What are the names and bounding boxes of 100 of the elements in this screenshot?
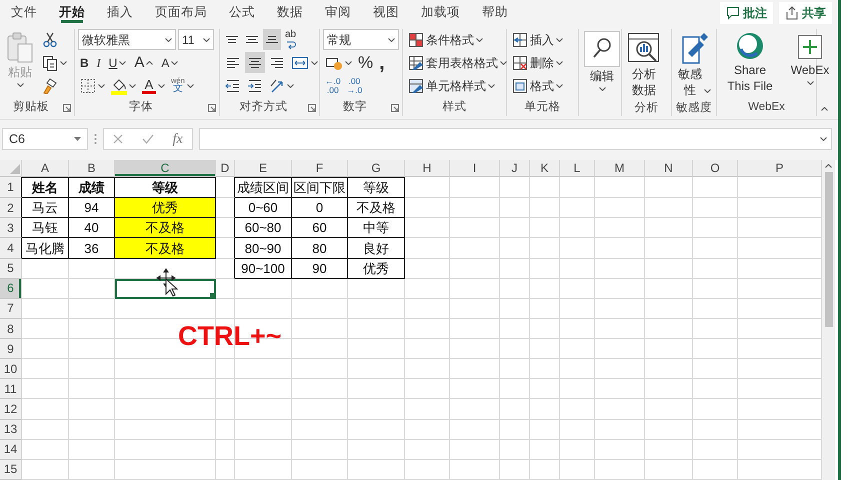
delete-cells-button[interactable]: 删除 [510, 52, 565, 73]
sensitivity-button[interactable]: 敏感性 [675, 29, 713, 100]
row-header[interactable]: 13 [0, 420, 22, 440]
ribbon-tab[interactable]: 视图 [362, 0, 410, 25]
share-button[interactable]: 共享 [779, 2, 832, 24]
table-cell: 区间下限 [292, 177, 348, 198]
table-cell: 姓名 [22, 177, 69, 198]
column-header[interactable]: H [405, 160, 450, 178]
group-label: WebEx [747, 100, 786, 116]
group-label: 敏感度 [675, 100, 713, 116]
wrap-text-button[interactable]: ab [283, 29, 298, 50]
bold-button[interactable]: B [78, 52, 91, 73]
table-cell: 90~100 [235, 258, 292, 279]
column-header[interactable]: L [560, 160, 595, 178]
group-label: 单元格 [524, 100, 562, 116]
group-label: 数字 [342, 99, 368, 116]
analyze-data-button[interactable]: 分析数据 [625, 29, 663, 100]
ribbon-tab[interactable]: 插入 [96, 0, 144, 25]
table-cell: 90 [292, 258, 348, 279]
row-header[interactable]: 4 [0, 238, 22, 259]
format-as-table-button[interactable]: 套用表格格式 [406, 52, 509, 73]
column-header[interactable]: F [292, 160, 348, 178]
row-header[interactable]: 15 [0, 460, 22, 480]
table-cell: 马化腾 [22, 238, 69, 259]
table-cell: 等级 [348, 177, 405, 198]
row-header[interactable]: 10 [0, 359, 22, 380]
table-cell: 不及格 [115, 218, 216, 238]
column-header[interactable]: P [738, 160, 822, 178]
row-header[interactable]: 14 [0, 440, 22, 460]
table-cell: 不及格 [348, 198, 405, 218]
table-cell: 0 [292, 198, 348, 218]
row-header[interactable]: 2 [0, 198, 22, 218]
font-size-dropdown[interactable]: 11 [178, 29, 214, 50]
table-cell: 80 [292, 238, 348, 259]
insert-function-button[interactable]: fx [172, 128, 183, 150]
name-box[interactable]: C6 [2, 128, 88, 150]
italic-button[interactable]: I [94, 52, 103, 73]
row-header[interactable]: 9 [0, 339, 22, 360]
font-color-button[interactable]: A [140, 75, 167, 96]
conditional-formatting-button[interactable]: 条件格式 [406, 29, 485, 50]
column-header[interactable]: G [348, 160, 405, 178]
underline-button[interactable]: U [106, 52, 128, 73]
group-label: 字体 [128, 99, 154, 116]
percent-button[interactable]: % [356, 52, 376, 73]
ribbon-tab[interactable]: 加载项 [410, 0, 471, 25]
format-cells-button[interactable]: 格式 [510, 75, 565, 96]
editing-button[interactable]: 编辑 [582, 29, 622, 93]
table-cell: 马云 [22, 198, 69, 218]
group-label: 样式 [442, 100, 468, 116]
table-cell: 80~90 [235, 238, 292, 259]
table-cell: 马钰 [22, 218, 69, 238]
column-header[interactable]: O [693, 160, 738, 178]
row-header[interactable]: 3 [0, 218, 22, 238]
column-header[interactable]: I [450, 160, 500, 178]
row-header[interactable]: 8 [0, 318, 22, 340]
insert-cells-button[interactable]: 插入 [510, 29, 565, 50]
webex-button[interactable]: WebEx [780, 29, 840, 87]
ribbon-tab[interactable]: 帮助 [471, 0, 519, 25]
column-header[interactable]: B [69, 160, 115, 178]
comma-style-button[interactable]: , [377, 52, 387, 73]
ribbon-tab[interactable]: 公式 [218, 0, 266, 25]
group-label: 分析 [634, 100, 660, 116]
table-cell: 优秀 [115, 198, 216, 218]
increase-decimal-button[interactable]: ←.0 .00 [323, 76, 343, 95]
table-cell: 中等 [348, 218, 405, 238]
shrink-font-button[interactable]: A [159, 52, 180, 73]
table-cell: 60 [292, 218, 348, 238]
table-cell: 等级 [115, 177, 216, 198]
column-header[interactable]: J [500, 160, 530, 178]
table-cell: 成绩 [69, 177, 115, 198]
comments-button[interactable]: 批注 [720, 2, 773, 24]
ribbon-tab[interactable]: 文件 [0, 0, 48, 25]
group-label: 对齐方式 [238, 99, 288, 116]
row-header[interactable]: 12 [0, 399, 22, 420]
row-header[interactable]: 5 [0, 258, 22, 279]
row-header[interactable]: 1 [0, 177, 22, 198]
column-header[interactable]: D [216, 160, 235, 178]
table-cell: 良好 [348, 238, 405, 259]
grow-font-button[interactable]: A [132, 52, 156, 73]
table-cell: 优秀 [348, 258, 405, 279]
column-header[interactable]: K [530, 160, 560, 178]
ribbon-tab[interactable]: 审阅 [314, 0, 362, 25]
column-header[interactable]: C [115, 160, 216, 178]
number-format-dropdown[interactable]: 常规 [323, 29, 399, 50]
cell-styles-button[interactable]: 单元格样式 [406, 75, 497, 96]
row-header[interactable]: 7 [0, 298, 22, 319]
font-name-dropdown[interactable]: 微软雅黑 [78, 29, 176, 50]
row-header[interactable]: 6 [0, 278, 22, 299]
overlay-caption: CTRL+~ [178, 323, 282, 350]
decrease-decimal-button[interactable]: .00 →.0 [344, 76, 364, 95]
column-header[interactable]: N [645, 160, 693, 178]
share-file-button[interactable]: Share This File [720, 29, 780, 96]
table-cell: 0~60 [235, 198, 292, 218]
column-header[interactable]: M [595, 160, 645, 178]
ribbon-tab[interactable]: 数据 [266, 0, 314, 25]
ribbon-tab[interactable]: 页面布局 [144, 0, 218, 25]
row-header[interactable]: 11 [0, 379, 22, 400]
column-header[interactable]: A [22, 160, 69, 178]
table-cell: 不及格 [115, 238, 216, 259]
column-header[interactable]: E [235, 160, 292, 178]
